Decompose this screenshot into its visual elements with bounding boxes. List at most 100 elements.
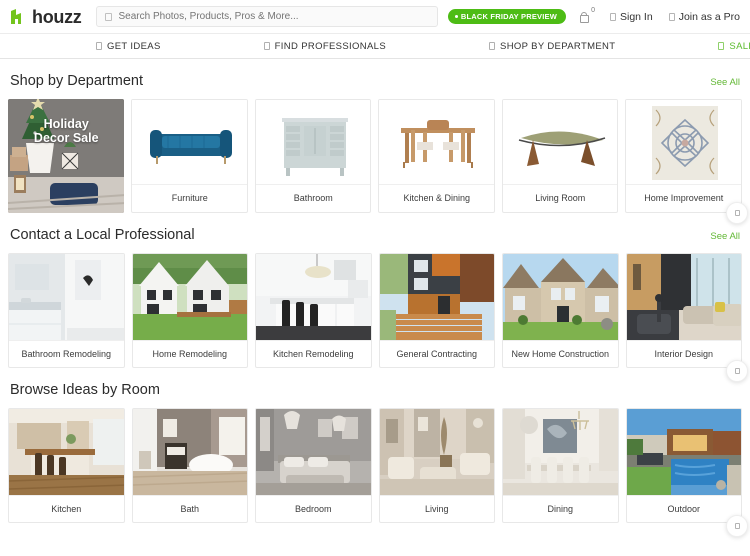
card-kitchen[interactable]: Kitchen (8, 408, 125, 523)
people-icon (263, 42, 270, 50)
card-kitchen-dining[interactable]: Kitchen & Dining (378, 99, 495, 213)
card-label: General Contracting (379, 340, 494, 367)
section-contact-local-professional: Contact a Local Professional See All Bat… (0, 213, 750, 382)
nav-item-find-professionals[interactable]: FIND PROFESSIONALS (263, 41, 386, 52)
card-label: Kitchen Remodeling (256, 340, 371, 367)
card-image (256, 254, 371, 340)
card-holiday-decor-sale[interactable]: Holiday Decor Sale (8, 99, 125, 213)
white-bathroom-photo (9, 254, 124, 340)
card-kitchen-remodeling[interactable]: Kitchen Remodeling (255, 253, 372, 368)
card-label: Dining (503, 495, 618, 522)
card-image (132, 100, 247, 184)
card-interior-design[interactable]: Interior Design (625, 253, 742, 368)
dining-room-photo (503, 409, 618, 495)
pool-patio-photo (626, 409, 741, 495)
section-header: Contact a Local Professional See All (8, 213, 742, 253)
card-bath[interactable]: Bath (131, 408, 248, 523)
search-input[interactable] (118, 11, 429, 22)
carousel-next-button-rooms[interactable] (726, 515, 748, 537)
card-label: Outdoor (626, 495, 741, 522)
feature-title-line1: Holiday (43, 117, 89, 131)
dot-icon (454, 15, 458, 18)
card-bathroom[interactable]: Bathroom (254, 99, 372, 213)
open-living-space-photo (626, 254, 741, 340)
professional-card-row: Bathroom Remodeling Home Remodeling Kitc… (8, 253, 742, 368)
see-all-link[interactable]: See All (710, 77, 740, 88)
tag-icon (718, 42, 725, 50)
search-icon (104, 12, 112, 21)
vanity-cabinet-photo (255, 100, 371, 184)
feature-overlay-text: Holiday Decor Sale (8, 117, 124, 146)
card-home-remodeling[interactable]: Home Remodeling (131, 253, 248, 368)
cart-body-icon (580, 15, 589, 23)
card-image (626, 254, 741, 340)
lightbulb-icon (96, 42, 102, 50)
card-image (256, 409, 371, 495)
nav-label: SHOP BY DEPARTMENT (500, 40, 616, 52)
cart-count-badge: 0 (591, 7, 595, 14)
section-shop-by-department: Shop by Department See All Holiday Decor… (0, 59, 750, 224)
main-nav: GET IDEAS FIND PROFESSIONALS SHOP BY DEP… (0, 33, 750, 59)
card-image (503, 254, 618, 340)
search-bar[interactable] (95, 6, 438, 27)
grid-icon (489, 42, 496, 50)
white-houses-photo (132, 254, 247, 340)
blue-sofa-photo (132, 100, 247, 184)
black-friday-preview-badge[interactable]: BLACK FRIDAY PREVIEW (447, 9, 566, 24)
card-bathroom-remodeling[interactable]: Bathroom Remodeling (8, 253, 125, 368)
room-card-row: Kitchen Bath Bedroom Living Dining Outdo… (8, 408, 742, 523)
section-header: Browse Ideas by Room (8, 368, 742, 408)
card-home-improvement[interactable]: Home Improvement (625, 99, 742, 213)
card-dining[interactable]: Dining (502, 408, 619, 523)
briefcase-icon (668, 12, 675, 21)
join-as-pro-button[interactable]: Join as a Pro (668, 11, 740, 23)
card-label: Bathroom (255, 184, 371, 211)
kitchen-island-photo (9, 409, 124, 495)
card-outdoor[interactable]: Outdoor (625, 408, 742, 523)
card-furniture[interactable]: Furniture (131, 99, 248, 213)
formal-living-photo (379, 409, 494, 495)
card-label: Furniture (132, 184, 247, 211)
see-all-link[interactable]: See All (710, 231, 740, 242)
logo-text: houzz (32, 6, 82, 27)
nav-item-get-ideas[interactable]: GET IDEAS (96, 41, 161, 52)
dining-set-photo (379, 100, 494, 184)
nav-item-sale[interactable]: SALE (718, 41, 750, 52)
card-new-home-construction[interactable]: New Home Construction (502, 253, 619, 368)
sign-in-button[interactable]: Sign In (610, 11, 653, 23)
card-general-contracting[interactable]: General Contracting (378, 253, 495, 368)
section-title: Contact a Local Professional (10, 227, 195, 243)
house-h-icon (10, 8, 27, 25)
card-image (132, 409, 247, 495)
user-icon (610, 12, 616, 21)
card-bedroom[interactable]: Bedroom (255, 408, 372, 523)
sign-in-label: Sign In (620, 10, 653, 23)
houzz-logo[interactable]: houzz (10, 8, 82, 26)
card-living-room[interactable]: Living Room (501, 99, 619, 213)
card-label: Interior Design (626, 340, 741, 367)
suburban-house-photo (503, 254, 618, 340)
card-image (9, 254, 124, 340)
card-living[interactable]: Living (378, 408, 495, 523)
card-label: Bathroom Remodeling (9, 340, 124, 367)
card-image (626, 409, 741, 495)
card-label: Kitchen (9, 495, 124, 522)
cart-button[interactable]: 0 (580, 7, 595, 23)
card-label: Bath (132, 495, 247, 522)
card-label: Home Remodeling (132, 340, 247, 367)
coffee-table-photo (502, 100, 618, 184)
section-header: Shop by Department See All (8, 59, 742, 99)
modern-kitchen-photo (256, 254, 371, 340)
card-image (9, 409, 124, 495)
card-label: Living (379, 495, 494, 522)
card-image (503, 409, 618, 495)
promo-badge-label: BLACK FRIDAY PREVIEW (460, 12, 557, 21)
card-image (132, 254, 247, 340)
nav-label: SALE (729, 40, 750, 52)
chevron-right-icon (734, 523, 740, 529)
tile-pattern-photo (626, 100, 741, 184)
nav-item-shop-by-department[interactable]: SHOP BY DEPARTMENT (489, 41, 615, 52)
card-image (255, 100, 371, 184)
card-label: Home Improvement (626, 184, 741, 211)
card-image (379, 254, 494, 340)
